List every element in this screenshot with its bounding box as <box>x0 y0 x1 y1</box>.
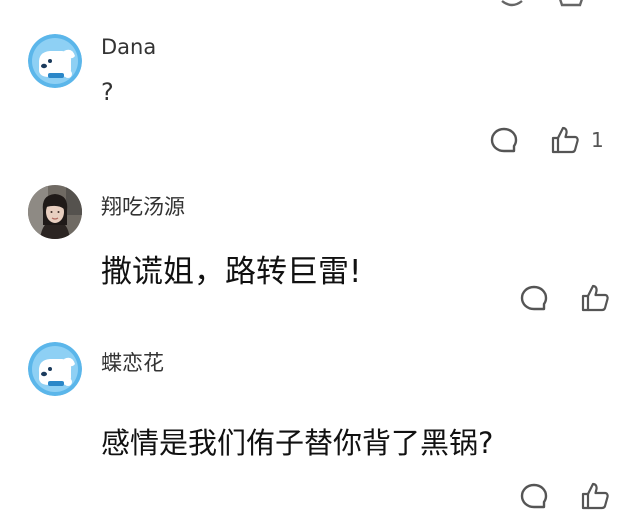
thumbs-up-icon[interactable] <box>550 125 580 159</box>
comment-username[interactable]: 翔吃汤源 <box>101 191 185 221</box>
comment-actions <box>500 480 640 514</box>
comment-text: 撒谎姐，路转巨雷! <box>101 254 362 290</box>
previous-comment-actions <box>500 0 590 13</box>
dog-mascot-avatar[interactable] <box>28 342 82 396</box>
dog-mascot-avatar[interactable] <box>28 34 82 88</box>
like-count: 1 <box>591 128 604 152</box>
comment-actions <box>500 282 640 316</box>
comment-text: ? <box>101 78 114 106</box>
comment-text: 感情是我们侑子替你背了黑锅? <box>101 426 494 460</box>
comment-actions: 1 <box>480 124 640 158</box>
user-photo-avatar[interactable] <box>28 185 82 239</box>
comment-username[interactable]: Dana <box>101 35 156 59</box>
thumbs-up-icon[interactable] <box>580 283 610 317</box>
comment-username[interactable]: 蝶恋花 <box>101 347 164 377</box>
comment-bubble-icon[interactable] <box>489 126 519 160</box>
thumbs-up-icon[interactable] <box>580 481 610 515</box>
comment-bubble-icon[interactable] <box>519 482 549 516</box>
comment-bubble-icon[interactable] <box>519 284 549 318</box>
